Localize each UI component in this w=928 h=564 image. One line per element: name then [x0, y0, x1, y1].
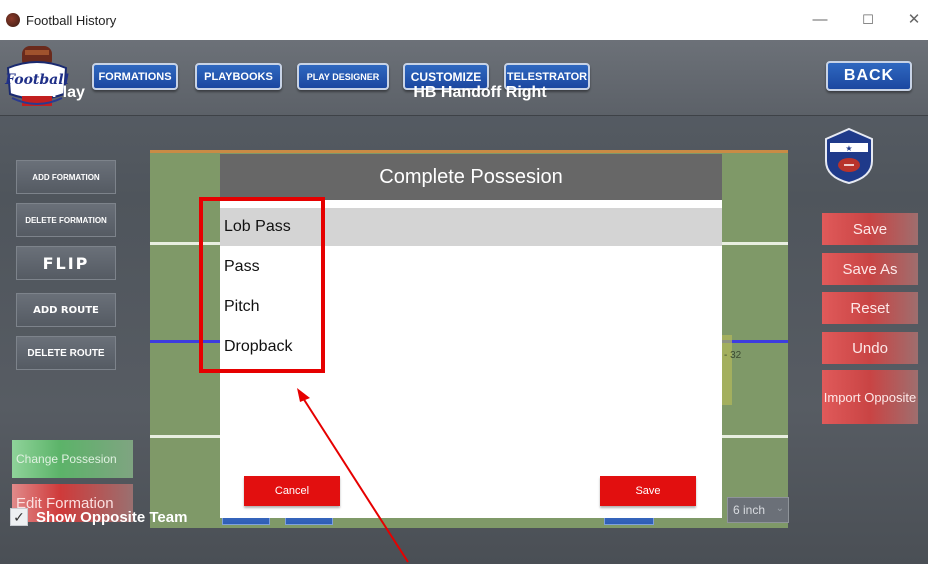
minimize-button[interactable]: — [810, 10, 830, 30]
field-top-strip [150, 150, 788, 153]
chevron-down-icon: ⌄ [775, 503, 784, 514]
size-dropdown-value: 6 inch [733, 503, 766, 517]
highlight-box [199, 197, 325, 373]
yard-marker-box [722, 335, 732, 405]
yard-marker-text: - 32 [724, 350, 742, 361]
add-route-button[interactable]: ADD ROUTE [16, 293, 116, 327]
american-shield-icon: ★ [825, 127, 873, 185]
title-bar: Football History — ☐ ✕ [0, 0, 928, 40]
undo-button[interactable]: Undo [822, 332, 918, 364]
nav-playbooks[interactable]: PLAYBOOKS [195, 63, 282, 90]
nav-formations[interactable]: FORMATIONS [92, 63, 178, 90]
play-label: Play [52, 84, 85, 101]
change-possession-button[interactable]: Change Possesion [12, 440, 133, 478]
save-button[interactable]: Save [822, 213, 918, 245]
app-window: Football History — ☐ ✕ Football FORMATIO… [0, 0, 928, 564]
top-nav-bar: Football FORMATIONS PLAYBOOKS PLAY DESIG… [0, 40, 928, 116]
dialog-cancel-button[interactable]: Cancel [244, 476, 340, 506]
back-button[interactable]: BACK [826, 61, 912, 91]
size-dropdown[interactable]: 6 inch ⌄ [727, 497, 789, 523]
dialog-title: Complete Possesion [220, 154, 722, 200]
show-opposite-label: Show Opposite Team [36, 509, 188, 526]
play-name: HB Handoff Right [413, 84, 547, 101]
svg-text:★: ★ [845, 144, 852, 153]
maximize-button[interactable]: ☐ [858, 10, 878, 30]
dialog-save-button[interactable]: Save [600, 476, 696, 506]
reset-button[interactable]: Reset [822, 292, 918, 324]
close-button[interactable]: ✕ [904, 10, 924, 30]
add-formation-button[interactable]: ADD FORMATION [16, 160, 116, 194]
app-icon [6, 13, 20, 27]
football-history-logo-icon: Football [4, 46, 69, 106]
delete-route-button[interactable]: DELETE ROUTE [16, 336, 116, 370]
nav-play-designer[interactable]: PLAY DESIGNER [297, 63, 389, 90]
show-opposite-checkbox[interactable]: ✓ [10, 508, 28, 526]
window-title: Football History [26, 12, 117, 28]
flip-button[interactable]: FLIP [16, 246, 116, 280]
save-as-button[interactable]: Save As [822, 253, 918, 285]
delete-formation-button[interactable]: DELETE FORMATION [16, 203, 116, 237]
import-opposite-button[interactable]: Import Opposite [822, 370, 918, 424]
